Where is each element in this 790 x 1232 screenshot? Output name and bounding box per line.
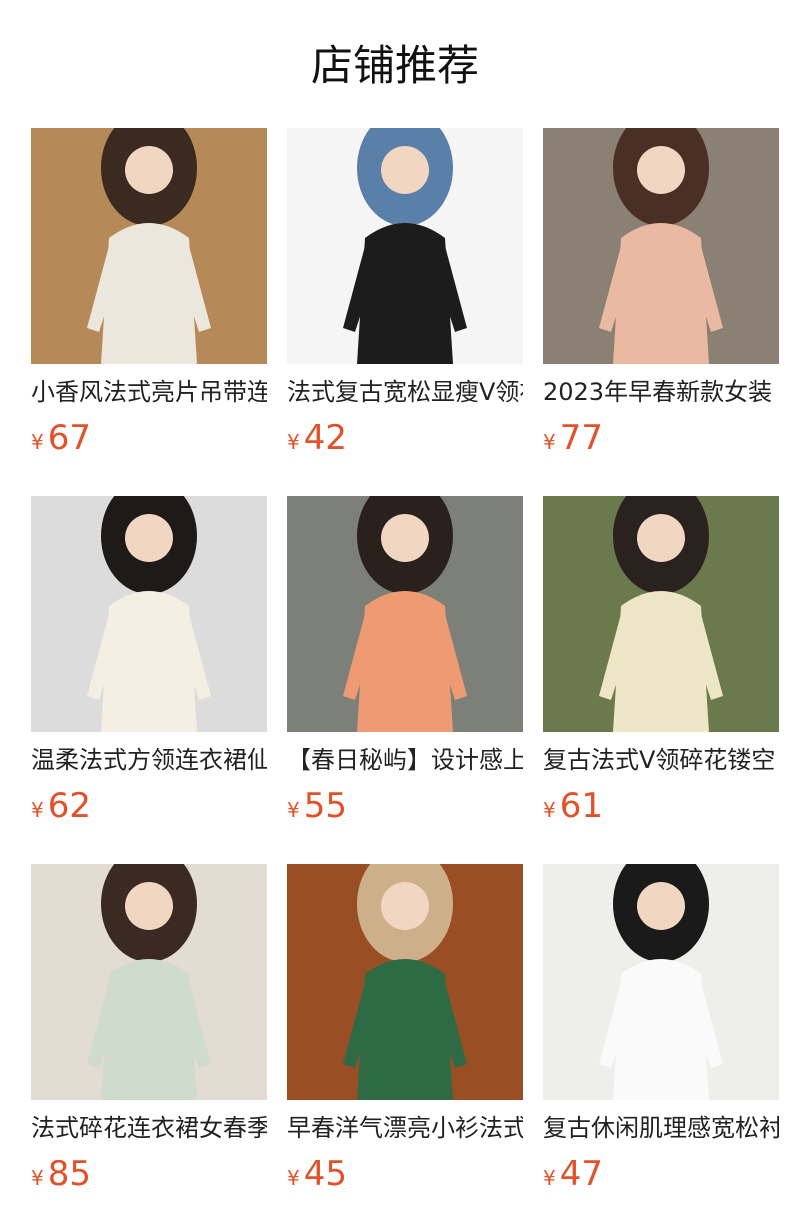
product-photo xyxy=(287,864,523,1100)
product-card[interactable]: 复古法式V领碎花镂空 ¥61 xyxy=(543,496,779,832)
price-value: 77 xyxy=(559,418,603,458)
product-card[interactable]: 2023年早春新款女装 ¥77 xyxy=(543,128,779,464)
product-image[interactable] xyxy=(31,128,267,364)
product-image[interactable] xyxy=(287,128,523,364)
product-card[interactable]: 早春洋气漂亮小衫法式 ¥45 xyxy=(287,864,523,1200)
currency-symbol: ¥ xyxy=(31,430,44,454)
price-value: 61 xyxy=(559,786,603,826)
price-value: 55 xyxy=(303,786,347,826)
product-price: ¥47 xyxy=(543,1154,779,1200)
product-card[interactable]: 小香风法式亮片吊带连衣裙 ¥67 xyxy=(31,128,267,464)
product-photo xyxy=(31,496,267,732)
product-card[interactable]: 法式碎花连衣裙女春季 ¥85 xyxy=(31,864,267,1200)
price-value: 62 xyxy=(47,786,91,826)
product-card[interactable]: 【春日秘屿】设计感上衣 ¥55 xyxy=(287,496,523,832)
product-name[interactable]: 早春洋气漂亮小衫法式 xyxy=(287,1112,523,1144)
product-price: ¥62 xyxy=(31,786,267,832)
product-name[interactable]: 法式碎花连衣裙女春季 xyxy=(31,1112,267,1144)
product-name[interactable]: 【春日秘屿】设计感上衣 xyxy=(287,744,523,776)
price-value: 47 xyxy=(559,1154,603,1194)
product-name[interactable]: 复古法式V领碎花镂空 xyxy=(543,744,779,776)
product-price: ¥45 xyxy=(287,1154,523,1200)
product-name[interactable]: 法式复古宽松显瘦V领衬衫 xyxy=(287,376,523,408)
product-price: ¥42 xyxy=(287,418,523,464)
price-value: 45 xyxy=(303,1154,347,1194)
product-photo xyxy=(287,128,523,364)
product-image[interactable] xyxy=(31,864,267,1100)
price-value: 67 xyxy=(47,418,91,458)
currency-symbol: ¥ xyxy=(287,798,300,822)
product-price: ¥55 xyxy=(287,786,523,832)
price-value: 42 xyxy=(303,418,347,458)
product-name[interactable]: 温柔法式方领连衣裙仙女 xyxy=(31,744,267,776)
price-value: 85 xyxy=(47,1154,91,1194)
product-image[interactable] xyxy=(287,496,523,732)
currency-symbol: ¥ xyxy=(543,798,556,822)
product-price: ¥85 xyxy=(31,1154,267,1200)
product-image[interactable] xyxy=(543,496,779,732)
product-photo xyxy=(31,864,267,1100)
currency-symbol: ¥ xyxy=(287,430,300,454)
product-photo xyxy=(31,128,267,364)
product-photo xyxy=(543,128,779,364)
currency-symbol: ¥ xyxy=(543,430,556,454)
product-name[interactable]: 2023年早春新款女装 xyxy=(543,376,779,408)
product-price: ¥67 xyxy=(31,418,267,464)
product-image[interactable] xyxy=(543,128,779,364)
product-card[interactable]: 温柔法式方领连衣裙仙女 ¥62 xyxy=(31,496,267,832)
product-card[interactable]: 复古休闲肌理感宽松衬衫 ¥47 xyxy=(543,864,779,1200)
product-image[interactable] xyxy=(287,864,523,1100)
product-price: ¥61 xyxy=(543,786,779,832)
product-card[interactable]: 法式复古宽松显瘦V领衬衫 ¥42 xyxy=(287,128,523,464)
product-photo xyxy=(287,496,523,732)
product-image[interactable] xyxy=(543,864,779,1100)
product-price: ¥77 xyxy=(543,418,779,464)
currency-symbol: ¥ xyxy=(287,1166,300,1190)
product-name[interactable]: 复古休闲肌理感宽松衬衫 xyxy=(543,1112,779,1144)
product-name[interactable]: 小香风法式亮片吊带连衣裙 xyxy=(31,376,267,408)
product-photo xyxy=(543,496,779,732)
product-photo xyxy=(543,864,779,1100)
currency-symbol: ¥ xyxy=(543,1166,556,1190)
page-title: 店铺推荐 xyxy=(310,41,479,90)
currency-symbol: ¥ xyxy=(31,1166,44,1190)
product-image[interactable] xyxy=(31,496,267,732)
currency-symbol: ¥ xyxy=(31,798,44,822)
